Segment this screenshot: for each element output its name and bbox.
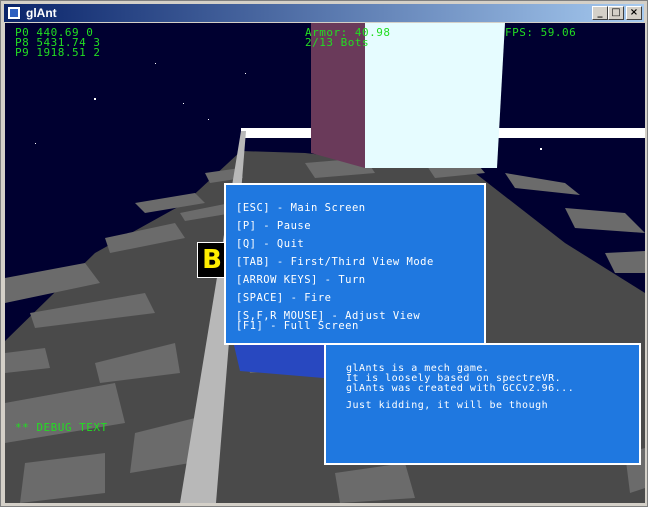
menu-item-quit: [Q] - Quit	[236, 238, 305, 250]
minimize-button[interactable]: _	[592, 6, 608, 20]
maximize-button[interactable]: □	[608, 6, 624, 20]
bots-readout: 2/13 Bots	[305, 36, 370, 49]
menu-item-full-screen: [F1] - Full Screen	[236, 320, 359, 332]
help-menu-panel: [ESC] - Main Screen [P] - Pause [Q] - Qu…	[224, 183, 486, 345]
game-viewport[interactable]: P0 440.69 0 P8 5431.74 3 P9 1918.51 2 Ar…	[5, 23, 645, 503]
unit-marker: B	[197, 242, 227, 278]
menu-item-view-mode: [TAB] - First/Third View Mode	[236, 256, 434, 268]
player-stat-9: P9 1918.51 2	[15, 46, 101, 59]
close-button[interactable]: ×	[626, 6, 642, 20]
app-icon	[7, 6, 21, 20]
info-line-4: Just kidding, it will be though	[346, 400, 549, 411]
light-block	[365, 23, 505, 168]
window-title: glAnt	[26, 6, 57, 20]
debug-text: ** DEBUG TEXT	[15, 421, 108, 434]
menu-item-pause: [P] - Pause	[236, 220, 312, 232]
game-window: glAnt _ □ × P0 440.69 0 P8 5431.74 3 P9 …	[0, 0, 648, 507]
fps-readout: FPS: 59.06	[505, 26, 577, 39]
title-bar[interactable]: glAnt _ □ ×	[4, 4, 644, 22]
menu-item-fire: [SPACE] - Fire	[236, 292, 332, 304]
info-line-3: glAnts was created with GCCv2.96...	[346, 383, 575, 394]
menu-item-main-screen: [ESC] - Main Screen	[236, 202, 366, 214]
menu-item-turn: [ARROW KEYS] - Turn	[236, 274, 366, 286]
info-panel: glAnts is a mech game. It is loosely bas…	[324, 343, 641, 465]
